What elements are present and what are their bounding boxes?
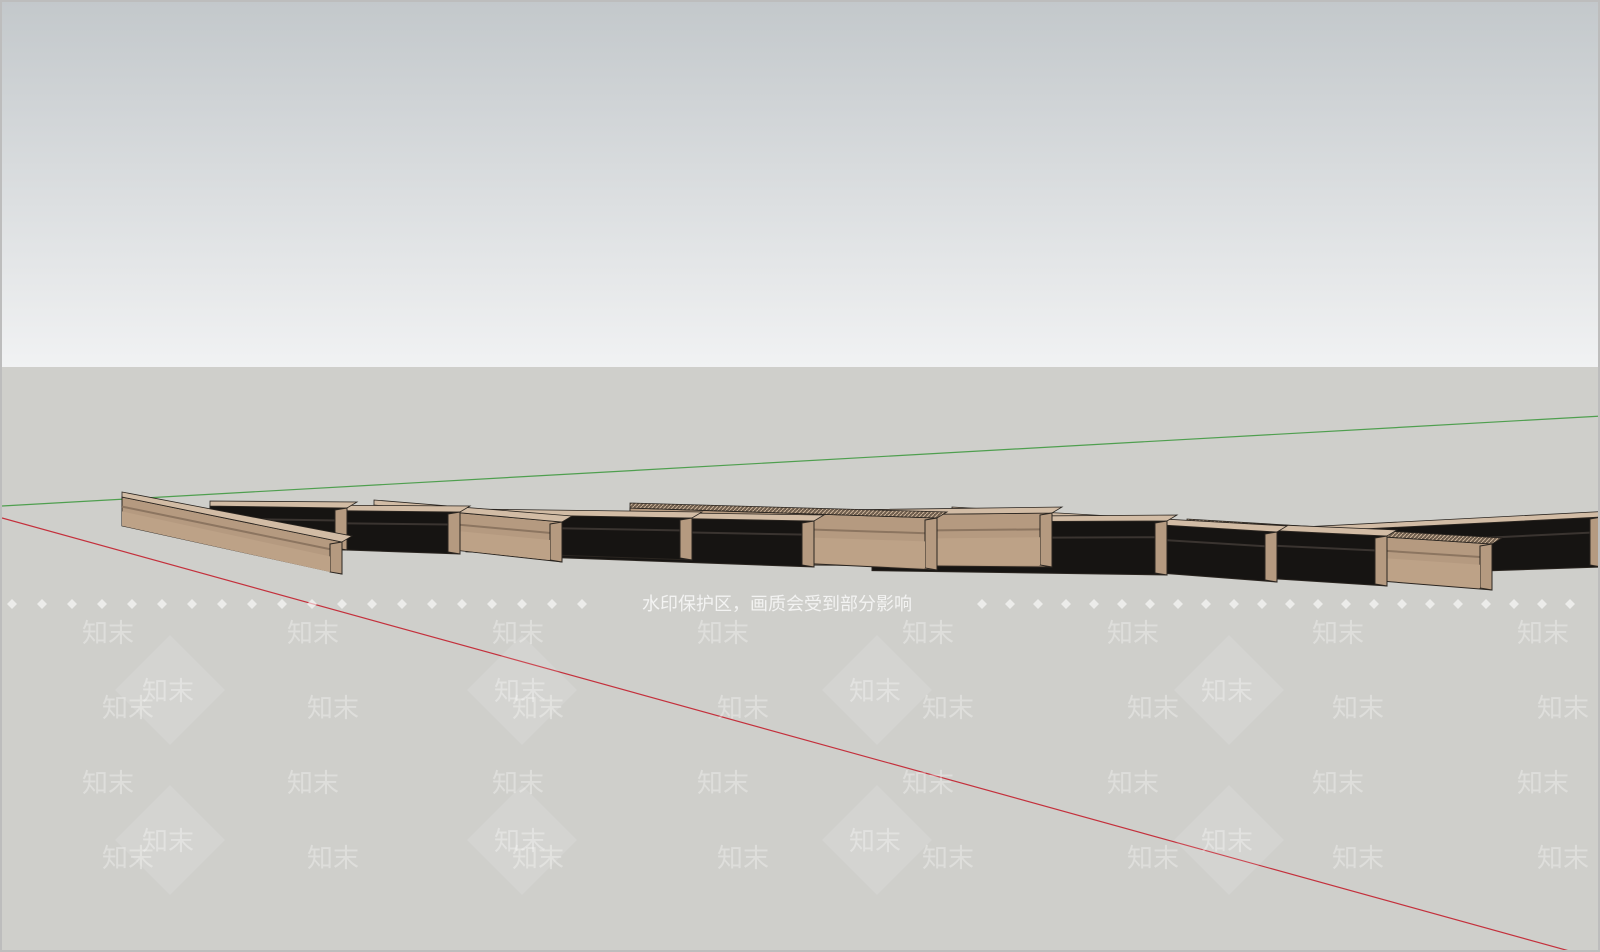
- baseboard-end-cap: [1039, 512, 1053, 568]
- watermark-text: 知末: [1332, 694, 1384, 724]
- watermark-text: 知末: [922, 694, 974, 724]
- watermark-text: 知末: [922, 844, 974, 874]
- watermark-text: 知末: [697, 619, 749, 649]
- baseboard-end-cap: [549, 521, 563, 563]
- baseboard-end-cap: [801, 520, 815, 568]
- watermark-diamond-text: 知末: [494, 677, 546, 707]
- watermark-diamond-text: 知末: [849, 827, 901, 857]
- watermark-text: 知末: [1127, 844, 1179, 874]
- baseboard-end-cap: [1154, 520, 1168, 576]
- baseboard-end-cap: [329, 541, 343, 575]
- sky: [2, 2, 1598, 367]
- watermark-text: 知末: [717, 694, 769, 724]
- 3d-viewport[interactable]: 知末 知末 知末 知末 知末 知末 知末 知末 知末 知末 知末 知末 知末 知末 知末 知末 知末 知末 知末 知末…: [0, 0, 1600, 952]
- baseboard-end-cap: [1479, 543, 1493, 591]
- watermark-diamond-text: 知末: [494, 827, 546, 857]
- watermark-notice: 水印保护区，画质会受到部分影响: [642, 594, 912, 615]
- baseboard-end-cap: [924, 517, 938, 571]
- baseboard-end-cap: [679, 517, 693, 561]
- watermark-text: 知末: [1537, 694, 1589, 724]
- watermark-text: 知末: [1312, 619, 1364, 649]
- scene-canvas[interactable]: 知末 知末 知末 知末 知末 知末 知末 知末知末 知末 知末 知末 知末 知末 知末 知末知末 知末 知末 知末…: [2, 2, 1600, 952]
- watermark-diamond-text: 知末: [1201, 827, 1253, 857]
- baseboard-end-cap: [1264, 531, 1278, 583]
- watermark-text: 知末: [1107, 769, 1159, 799]
- watermark-text: 知末: [1537, 844, 1589, 874]
- watermark-text: 知末: [1312, 769, 1364, 799]
- baseboard-end-cap: [1374, 535, 1388, 587]
- watermark-text: 知末: [717, 844, 769, 874]
- watermark-diamond-text: 知末: [849, 677, 901, 707]
- watermark-text: 知末: [902, 769, 954, 799]
- watermark-text: 知末: [902, 619, 954, 649]
- baseboard-end-cap: [1589, 517, 1598, 567]
- watermark-text: 知末: [287, 769, 339, 799]
- watermark-text: 知末: [82, 769, 134, 799]
- watermark-text: 知末: [1332, 844, 1384, 874]
- watermark-diamond-text: 知末: [142, 827, 194, 857]
- watermark-diamond-text: 知末: [142, 677, 194, 707]
- watermark-text: 知末: [307, 694, 359, 724]
- watermark-text: 知末: [1517, 619, 1569, 649]
- watermark-text: 知末: [1107, 619, 1159, 649]
- watermark-text: 知末: [307, 844, 359, 874]
- watermark-text: 知末: [1517, 769, 1569, 799]
- watermark-text: 知末: [287, 619, 339, 649]
- watermark-diamond-text: 知末: [1201, 677, 1253, 707]
- watermark-text: 知末: [1127, 694, 1179, 724]
- baseboard-end-cap: [447, 511, 461, 555]
- watermark-text: 知末: [697, 769, 749, 799]
- watermark-text: 知末: [82, 619, 134, 649]
